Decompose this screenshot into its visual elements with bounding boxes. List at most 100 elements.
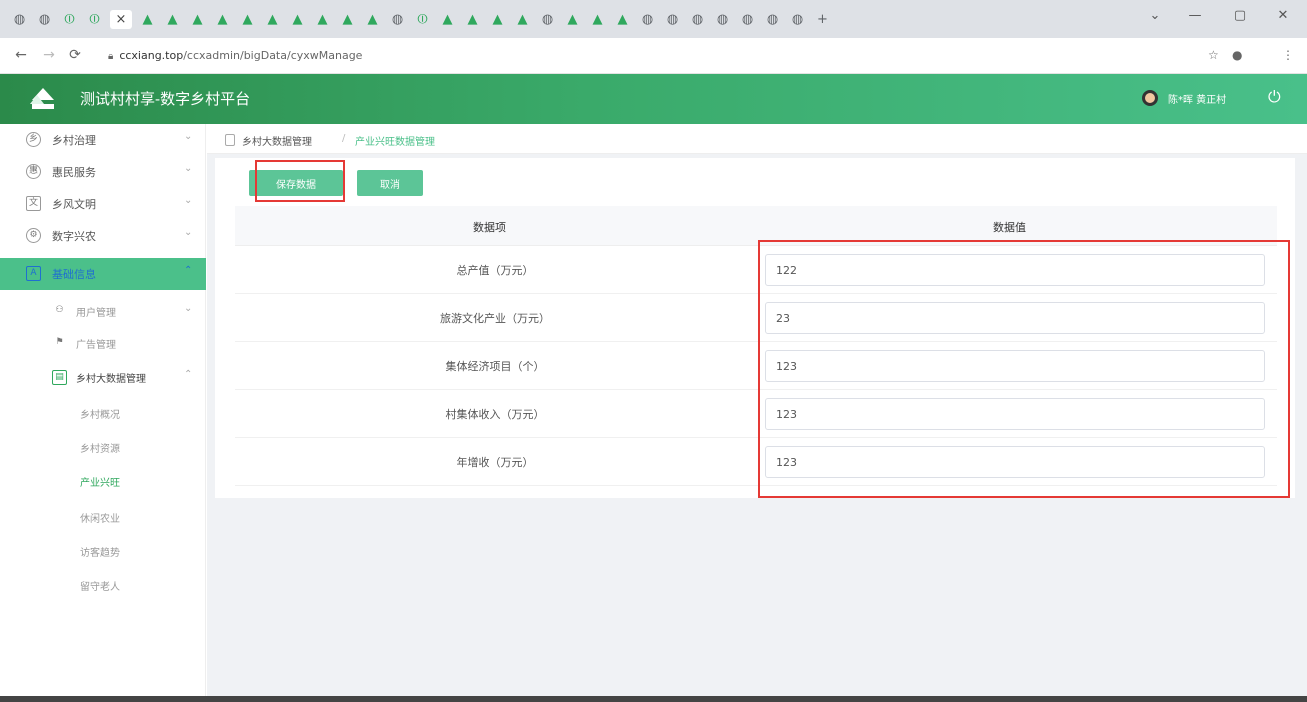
sidebar-leaf-overview[interactable]: 乡村概况: [80, 406, 120, 421]
forward-icon[interactable]: →: [40, 47, 58, 63]
sidebar-leaf-resources[interactable]: 乡村资源: [80, 440, 120, 455]
tab-power-icon[interactable]: ⏼: [85, 10, 104, 29]
address-bar: ← → ⟳ 🔒︎ ccxiang.top/ccxadmin/bigData/cyx…: [0, 38, 1307, 74]
tab-globe-icon[interactable]: ◍: [763, 10, 782, 29]
sidebar-item-services[interactable]: 惠 惠民服务 ⌄: [0, 156, 206, 188]
value-input[interactable]: [765, 254, 1265, 286]
value-input[interactable]: [765, 398, 1265, 430]
browser-tab-strip: ◍ ◍ ⏼ ⏼ × ▲ ▲ ▲ ▲ ▲ ▲ ▲ ▲ ▲ ▲ ◍ ⏼ ▲ ▲ ▲ ▲ ◍ ▲ ▲ ▲ ◍ ◍ ◍ ◍ ◍ ◍ ◍ + ⌄ — ▢ …: [0, 0, 1307, 38]
table-header: 数据项 数据值: [235, 206, 1277, 246]
sidebar-item-label: 乡村大数据管理: [76, 374, 146, 385]
app-header: 测试村村享-数字乡村平台 陈*晖 黄正村 ⏻: [0, 74, 1307, 124]
tab-globe-icon[interactable]: ◍: [388, 10, 407, 29]
reload-icon[interactable]: ⟳: [66, 47, 84, 63]
user-name[interactable]: 陈*晖 黄正村: [1168, 91, 1226, 106]
save-button[interactable]: 保存数据: [249, 170, 343, 196]
chevron-up-icon: ⌃: [184, 265, 193, 276]
url-host: ccxiang.top: [119, 49, 184, 62]
back-icon[interactable]: ←: [12, 47, 30, 63]
menu-icon[interactable]: ⋮: [1282, 48, 1294, 62]
tab-globe-icon[interactable]: ◍: [35, 10, 54, 29]
sidebar-item-label: 数字兴农: [52, 230, 96, 243]
document-icon: 文: [26, 196, 41, 211]
star-icon[interactable]: ☆: [1208, 48, 1219, 62]
value-input[interactable]: [765, 446, 1265, 478]
tab-logo-icon[interactable]: ▲: [188, 10, 207, 29]
sidebar-item-ads[interactable]: ⚑ 广告管理: [0, 328, 206, 360]
profile-icon[interactable]: ●: [1232, 48, 1242, 62]
tab-globe-icon[interactable]: ◍: [713, 10, 732, 29]
tab-logo-icon[interactable]: ▲: [488, 10, 507, 29]
ads-icon: ⚑: [55, 337, 64, 347]
sidebar-leaf-elderly[interactable]: 留守老人: [80, 578, 120, 593]
tab-globe-icon[interactable]: ◍: [663, 10, 682, 29]
tab-logo-icon[interactable]: ▲: [438, 10, 457, 29]
tab-logo-icon[interactable]: ▲: [588, 10, 607, 29]
taskbar-edge: [0, 696, 1307, 702]
breadcrumb-parent[interactable]: 乡村大数据管理: [242, 133, 312, 148]
lock-icon: 🔒︎: [108, 51, 114, 62]
tab-logo-icon[interactable]: ▲: [238, 10, 257, 29]
tab-globe-icon[interactable]: ◍: [738, 10, 757, 29]
tab-logo-icon[interactable]: ▲: [513, 10, 532, 29]
tab-logo-icon[interactable]: ▲: [263, 10, 282, 29]
row-label: 年增收（万元）: [456, 456, 534, 469]
tab-search-icon[interactable]: ⌄: [1140, 8, 1170, 23]
chevron-down-icon: ⌄: [184, 163, 193, 174]
sidebar-item-governance[interactable]: 乡 乡村治理 ⌄: [0, 124, 206, 156]
new-tab-icon[interactable]: +: [813, 10, 832, 29]
sidebar-item-users[interactable]: ⚇ 用户管理 ⌄: [0, 296, 206, 328]
sidebar-item-label: 乡村治理: [52, 134, 96, 147]
tab-logo-icon[interactable]: ▲: [463, 10, 482, 29]
power-icon[interactable]: ⏻: [1268, 87, 1281, 107]
tab-logo-icon[interactable]: ▲: [163, 10, 182, 29]
breadcrumb-separator: /: [342, 133, 346, 144]
sidebar-item-label: 广告管理: [76, 340, 116, 351]
sidebar-leaf-leisure[interactable]: 休闲农业: [80, 510, 120, 525]
tab-logo-icon[interactable]: ▲: [213, 10, 232, 29]
tab-close-icon[interactable]: ×: [110, 10, 132, 29]
close-window-icon[interactable]: ✕: [1268, 8, 1298, 23]
row-label: 旅游文化产业（万元）: [440, 312, 550, 325]
chevron-down-icon: ⌄: [184, 303, 193, 314]
tab-logo-icon[interactable]: ▲: [138, 10, 157, 29]
breadcrumb-current: 产业兴旺数据管理: [355, 137, 435, 148]
tab-logo-icon[interactable]: ▲: [613, 10, 632, 29]
tab-globe-icon[interactable]: ◍: [788, 10, 807, 29]
url-path: /ccxadmin/bigData/cyxwManage: [183, 49, 363, 62]
tab-globe-icon[interactable]: ◍: [538, 10, 557, 29]
sidebar-item-label: 用户管理: [76, 308, 116, 319]
value-input[interactable]: [765, 302, 1265, 334]
tab-logo-icon[interactable]: ▲: [288, 10, 307, 29]
value-input[interactable]: [765, 350, 1265, 382]
chevron-down-icon: ⌄: [184, 195, 193, 206]
chart-icon: ▤: [52, 370, 67, 385]
minimize-icon[interactable]: —: [1180, 8, 1210, 23]
sidebar-item-basic-info[interactable]: A 基础信息 ⌃: [0, 258, 206, 290]
tab-logo-icon[interactable]: ▲: [313, 10, 332, 29]
tab-logo-icon[interactable]: ▲: [338, 10, 357, 29]
chevron-down-icon: ⌄: [184, 131, 193, 142]
sidebar-item-agriculture[interactable]: ⚙ 数字兴农 ⌄: [0, 220, 206, 252]
sidebar-leaf-industry[interactable]: 产业兴旺: [80, 474, 120, 489]
row-label: 总产值（万元）: [456, 264, 534, 277]
tab-power-icon[interactable]: ⏼: [413, 10, 432, 29]
row-label: 集体经济项目（个）: [445, 360, 545, 373]
tab-logo-icon[interactable]: ▲: [363, 10, 382, 29]
url-field[interactable]: 🔒︎ ccxiang.top/ccxadmin/bigData/cyxwManag…: [108, 49, 362, 62]
data-panel: 保存数据 取消 数据项 数据值 总产值（万元） 旅游文化产业（万元） 集体经济项…: [215, 158, 1295, 498]
services-icon: 惠: [26, 164, 41, 179]
tab-globe-icon[interactable]: ◍: [688, 10, 707, 29]
tab-power-icon[interactable]: ⏼: [60, 10, 79, 29]
tab-list: ◍ ◍ ⏼ ⏼ × ▲ ▲ ▲ ▲ ▲ ▲ ▲ ▲ ▲ ▲ ◍ ⏼ ▲ ▲ ▲ ▲ ◍ ▲ ▲ ▲ ◍ ◍ ◍ ◍ ◍ ◍ ◍ +: [10, 10, 838, 30]
gear-icon: ⚙: [26, 228, 41, 243]
sidebar-item-civilization[interactable]: 文 乡风文明 ⌄: [0, 188, 206, 220]
avatar[interactable]: [1142, 90, 1158, 106]
cancel-button[interactable]: 取消: [357, 170, 423, 196]
tab-logo-icon[interactable]: ▲: [563, 10, 582, 29]
tab-globe-icon[interactable]: ◍: [638, 10, 657, 29]
maximize-icon[interactable]: ▢: [1225, 8, 1255, 23]
tab-globe-icon[interactable]: ◍: [10, 10, 29, 29]
sidebar-item-bigdata[interactable]: ▤ 乡村大数据管理 ⌃: [0, 362, 206, 394]
sidebar-leaf-visitors[interactable]: 访客趋势: [80, 544, 120, 559]
